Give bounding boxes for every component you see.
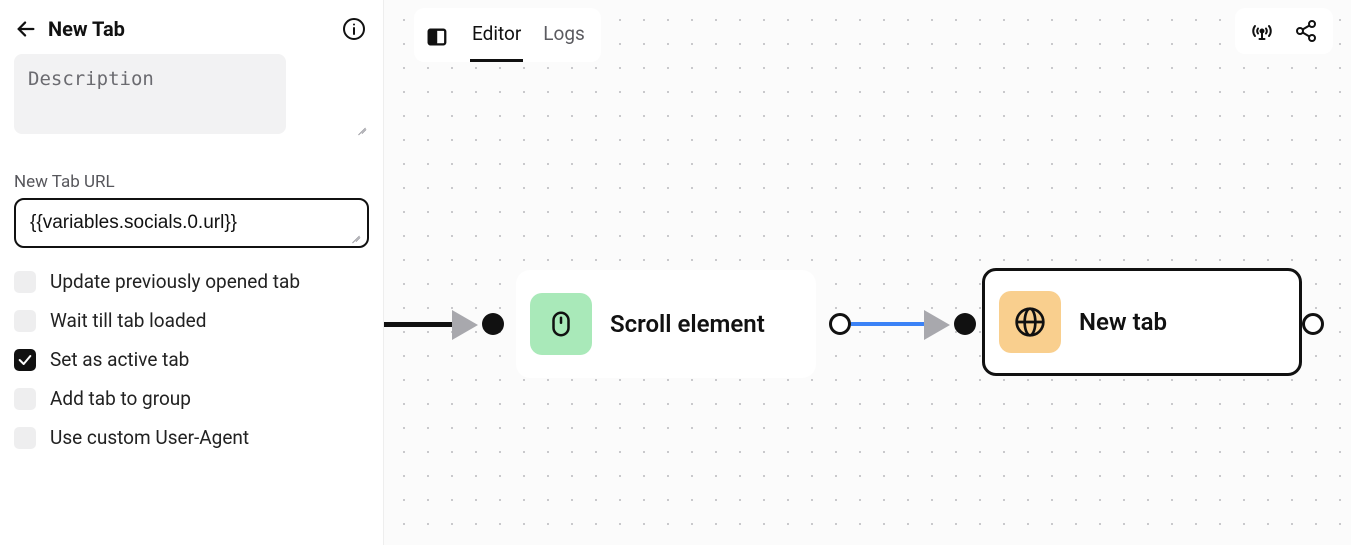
sidebar-header: New Tab (10, 16, 373, 52)
info-icon (342, 17, 366, 41)
share-icon (1294, 19, 1318, 43)
sidebar-icon (426, 26, 448, 48)
edge-segment (384, 322, 460, 327)
node-new-tab[interactable]: New tab (982, 268, 1302, 376)
checkbox-box (14, 388, 36, 410)
options-list: Update previously opened tab Wait till t… (14, 270, 369, 449)
broadcast-icon (1250, 19, 1274, 43)
arrowhead-icon (452, 310, 478, 340)
back-button[interactable] (14, 17, 38, 41)
sidebar-title: New Tab (48, 17, 125, 41)
node-scroll-element[interactable]: Scroll element (516, 270, 816, 378)
new-tab-url-input[interactable] (14, 198, 369, 248)
checkbox-label: Update previously opened tab (50, 270, 300, 293)
checkbox-add-to-group[interactable]: Add tab to group (14, 387, 369, 410)
arrow-left-icon (15, 18, 37, 40)
node-label: Scroll element (610, 310, 765, 338)
node-output-port[interactable] (1302, 313, 1324, 335)
broadcast-button[interactable] (1249, 18, 1275, 44)
tab-editor[interactable]: Editor (470, 12, 523, 62)
checkbox-box (14, 271, 36, 293)
canvas-tab-bar: Editor Logs (414, 8, 601, 62)
url-field-label: New Tab URL (14, 172, 369, 192)
checkbox-box (14, 427, 36, 449)
description-textarea[interactable] (14, 54, 286, 134)
node-icon-box (530, 293, 592, 355)
globe-icon (1014, 306, 1046, 338)
node-label: New tab (1079, 308, 1167, 336)
checkbox-update-prev-tab[interactable]: Update previously opened tab (14, 270, 369, 293)
checkbox-label: Wait till tab loaded (50, 309, 206, 332)
checkbox-box (14, 349, 36, 371)
checkbox-label: Set as active tab (50, 348, 189, 371)
resize-grip-icon (357, 124, 367, 134)
check-icon (17, 352, 33, 368)
mouse-icon (546, 309, 576, 339)
info-button[interactable] (341, 16, 367, 42)
node-input-port[interactable] (482, 313, 504, 335)
node-output-port[interactable] (829, 313, 851, 335)
checkbox-label: Add tab to group (50, 387, 191, 410)
node-input-port[interactable] (954, 313, 976, 335)
checkbox-box (14, 310, 36, 332)
node-icon-box (999, 291, 1061, 353)
checkbox-custom-user-agent[interactable]: Use custom User-Agent (14, 426, 369, 449)
checkbox-active-tab[interactable]: Set as active tab (14, 348, 369, 371)
toggle-sidebar-button[interactable] (422, 22, 452, 52)
workflow-canvas[interactable]: Editor Logs Scroll element New tab (383, 0, 1351, 545)
arrowhead-icon (924, 310, 950, 340)
checkbox-label: Use custom User-Agent (50, 426, 249, 449)
tab-logs[interactable]: Logs (541, 12, 587, 62)
checkbox-wait-loaded[interactable]: Wait till tab loaded (14, 309, 369, 332)
share-button[interactable] (1293, 18, 1319, 44)
canvas-actions (1235, 8, 1333, 54)
sidebar-panel: New Tab New Tab URL Update previously op… (0, 0, 383, 545)
edge-segment (851, 322, 931, 326)
